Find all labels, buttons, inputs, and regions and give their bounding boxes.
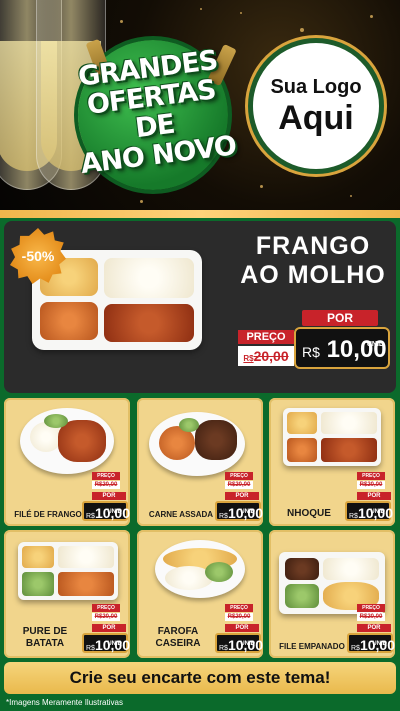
header-banner: GRANDES OFERTAS DE ANO NOVO Sua Logo Aqu… bbox=[0, 0, 400, 210]
featured-title-line2: AO MOLHO bbox=[240, 261, 386, 289]
por-label: POR bbox=[225, 492, 259, 500]
product-card: FILE EMPANADO PREÇO R$20,00 POR UNID R$1… bbox=[269, 530, 395, 658]
old-price: R$20,00 bbox=[225, 613, 253, 621]
unit-label: UNID bbox=[107, 509, 122, 515]
sparkle bbox=[240, 12, 242, 14]
por-label: POR bbox=[92, 492, 126, 500]
dish-image bbox=[18, 542, 118, 600]
new-price: UNID R$10,00 bbox=[215, 501, 263, 521]
old-price-value: 20,00 bbox=[253, 348, 289, 364]
product-card: FILÉ DE FRANGO PREÇO R$20,00 POR UNID R$… bbox=[4, 398, 130, 526]
product-card: CARNE ASSADA PREÇO R$20,00 POR UNID R$10… bbox=[137, 398, 263, 526]
preco-label: PREÇO bbox=[357, 604, 385, 612]
preco-label: PREÇO bbox=[357, 472, 385, 480]
unit-label: UNID bbox=[370, 509, 385, 515]
product-card: PURE DE BATATA PREÇO R$20,00 POR UNID R$… bbox=[4, 530, 130, 658]
featured-title-line1: FRANGO bbox=[255, 232, 371, 260]
old-price-currency: R$ bbox=[243, 354, 254, 363]
new-price: UNID R$10,00 bbox=[347, 633, 395, 653]
product-name-line1: PURE DE bbox=[22, 626, 68, 637]
sparkle bbox=[350, 195, 352, 197]
product-card: NHOQUE PREÇO R$20,00 POR UNID R$10,00 bbox=[269, 398, 395, 526]
preco-label: PREÇO bbox=[225, 472, 253, 480]
product-name-line2: CASEIRA bbox=[155, 638, 201, 649]
sparkle bbox=[300, 28, 304, 32]
unit-label: UNID bbox=[366, 341, 384, 348]
new-price: UNID R$10,00 bbox=[345, 501, 393, 521]
logo-placeholder: Sua Logo Aqui bbox=[248, 38, 384, 174]
preco-label: PREÇO bbox=[92, 604, 120, 612]
flyer: GRANDES OFERTAS DE ANO NOVO Sua Logo Aqu… bbox=[0, 0, 400, 711]
product-name: CARNE ASSADA bbox=[148, 510, 214, 519]
sparkle bbox=[200, 8, 202, 10]
sparkle bbox=[120, 20, 123, 23]
por-label: POR bbox=[225, 624, 259, 632]
product-name-line2: BATATA bbox=[25, 638, 65, 649]
product-name: NHOQUE bbox=[287, 508, 331, 519]
product-name: FAROFA CASEIRA bbox=[141, 626, 215, 650]
product-card: FAROFA CASEIRA PREÇO R$20,00 POR UNID R$… bbox=[137, 530, 263, 658]
dish-image bbox=[149, 412, 245, 476]
new-price: UNID R$10,00 bbox=[82, 501, 130, 521]
new-price: UNID R$10,00 bbox=[215, 633, 263, 653]
gold-divider bbox=[0, 210, 400, 218]
por-label: POR bbox=[357, 624, 391, 632]
preco-label: PREÇO bbox=[92, 472, 120, 480]
new-price: UNID R$10,00 bbox=[82, 633, 130, 653]
preco-label: PREÇO bbox=[238, 330, 294, 344]
dish-image bbox=[155, 540, 245, 598]
featured-product-title: FRANGO AO MOLHO bbox=[238, 232, 388, 290]
product-name-line1: FAROFA bbox=[157, 626, 199, 637]
product-name: FILÉ DE FRANGO bbox=[14, 510, 82, 519]
headline: GRANDES OFERTAS DE ANO NOVO bbox=[62, 44, 245, 180]
old-price: R$20,00 bbox=[357, 481, 385, 489]
unit-label: UNID bbox=[240, 509, 255, 515]
dish-image bbox=[20, 408, 114, 474]
product-name: FILE EMPANADO bbox=[279, 642, 345, 651]
unit-label: UNID bbox=[240, 641, 255, 647]
product-name: PURE DE BATATA bbox=[8, 626, 82, 650]
price-currency: R$ bbox=[86, 513, 95, 520]
sparkle bbox=[140, 200, 143, 203]
price-currency: R$ bbox=[219, 513, 228, 520]
preco-label: PREÇO bbox=[225, 604, 253, 612]
price-currency: R$ bbox=[349, 513, 358, 520]
por-label: POR bbox=[302, 310, 378, 326]
price-currency: R$ bbox=[86, 645, 95, 652]
old-price: R$20,00 bbox=[357, 613, 385, 621]
old-price: R$20,00 bbox=[92, 481, 120, 489]
unit-label: UNID bbox=[107, 641, 122, 647]
price-currency: R$ bbox=[302, 344, 320, 360]
por-label: POR bbox=[357, 492, 391, 500]
por-label: POR bbox=[92, 624, 126, 632]
old-price: R$20,00 bbox=[238, 346, 294, 366]
sparkle bbox=[260, 185, 263, 188]
cta-banner[interactable]: Crie seu encarte com este tema! bbox=[4, 662, 396, 694]
disclaimer: *Imagens Meramente Ilustrativas bbox=[6, 698, 123, 707]
price-currency: R$ bbox=[351, 645, 360, 652]
dish-image bbox=[283, 408, 381, 466]
new-price: UNID R$ 10,00 bbox=[294, 327, 390, 369]
unit-label: UNID bbox=[372, 641, 387, 647]
old-price: R$20,00 bbox=[225, 481, 253, 489]
logo-text-line1: Sua Logo bbox=[270, 76, 362, 98]
old-price: R$20,00 bbox=[92, 613, 120, 621]
price-currency: R$ bbox=[219, 645, 228, 652]
sparkle bbox=[370, 15, 373, 18]
logo-text-line2: Aqui bbox=[278, 99, 354, 137]
